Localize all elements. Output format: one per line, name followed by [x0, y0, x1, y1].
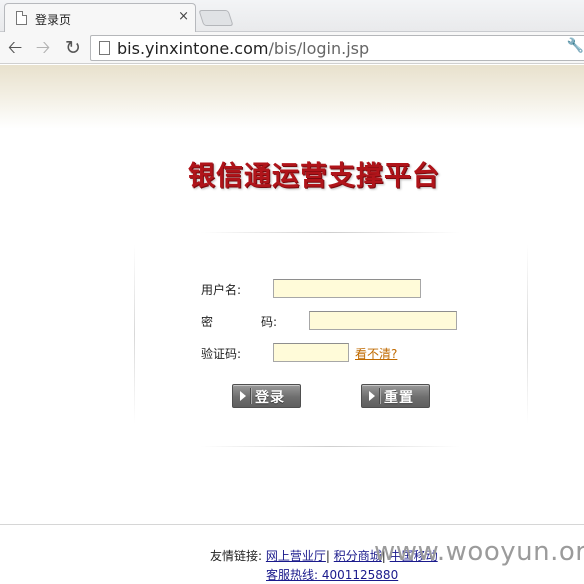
site-title: 银信通运营支撑平台: [188, 161, 440, 192]
service-hotline[interactable]: 客服热线: 4001125880: [266, 566, 398, 583]
button-divider: [379, 388, 380, 404]
panel-bottom-border: [200, 446, 460, 447]
browser-toolbar: 🡠 🡢 ↻ bis.yinxintone.com/bis/login.jsp 🔧: [0, 32, 584, 64]
url-text[interactable]: bis.yinxintone.com/bis/login.jsp: [117, 39, 369, 58]
password-label-second-char: 码:: [261, 315, 278, 329]
panel-left-border: [134, 244, 135, 424]
captcha-refresh-link[interactable]: 看不清?: [355, 345, 397, 362]
username-input[interactable]: [273, 279, 421, 298]
play-arrow-icon: [240, 391, 246, 401]
tab-title: 登录页: [35, 13, 72, 27]
captcha-label: 验证码:: [201, 347, 242, 361]
back-arrow-icon[interactable]: 🡠: [4, 37, 26, 59]
document-icon: [99, 41, 110, 55]
password-label-first-char: 密: [201, 315, 214, 329]
button-divider: [250, 388, 251, 404]
wrench-icon[interactable]: 🔧: [567, 38, 584, 54]
reset-button[interactable]: 重置: [361, 384, 430, 408]
panel-right-border: [527, 244, 528, 424]
reload-icon[interactable]: ↻: [62, 37, 84, 59]
close-tab-icon[interactable]: ×: [178, 9, 189, 24]
username-label: 用户名:: [201, 283, 242, 297]
play-arrow-icon: [369, 391, 375, 401]
browser-tab[interactable]: 登录页 ×: [4, 3, 196, 32]
page-banner: [0, 65, 584, 129]
link-separator: |: [325, 549, 330, 563]
page-icon: [16, 11, 27, 25]
captcha-input[interactable]: [273, 343, 349, 362]
login-button[interactable]: 登录: [232, 384, 301, 408]
browser-tab-strip: 登录页 ×: [0, 0, 584, 32]
link-online-hall[interactable]: 网上营业厅: [266, 549, 326, 563]
reset-button-label: 重置: [384, 390, 414, 406]
forward-arrow-icon[interactable]: 🡢: [32, 37, 54, 59]
panel-top-border: [200, 232, 460, 233]
url-host: bis.yinxintone.com: [117, 39, 269, 58]
address-bar[interactable]: bis.yinxintone.com/bis/login.jsp: [90, 35, 584, 61]
friend-links-label: 友情链接:: [210, 549, 263, 563]
url-path: /bis/login.jsp: [268, 39, 370, 58]
password-input[interactable]: [309, 311, 457, 330]
watermark-text: www.wooyun.org: [374, 537, 584, 567]
new-tab-button[interactable]: [198, 10, 234, 26]
login-button-label: 登录: [255, 390, 285, 406]
footer-divider: [0, 524, 584, 525]
